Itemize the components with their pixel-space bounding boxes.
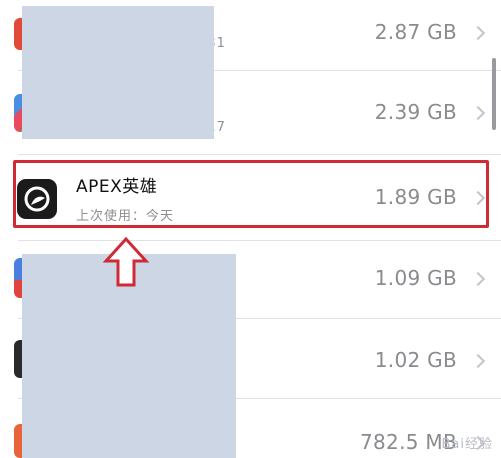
row-divider [18,240,501,241]
row-divider [18,154,501,155]
app-size: 1.09 GB [374,266,457,290]
chevron-right-icon [470,271,486,287]
app-size: 2.87 GB [374,20,457,44]
chevron-right-icon [470,105,486,121]
highlight-box [13,160,489,228]
app-size: 2.39 GB [374,100,457,124]
chevron-right-icon [470,353,486,369]
app-size: 1.02 GB [374,348,457,372]
scrollbar[interactable] [492,58,496,130]
red-up-arrow-annotation [103,236,149,287]
watermark: Bai经验 [441,437,493,452]
chevron-right-icon [470,25,486,41]
redaction-block [22,6,214,139]
